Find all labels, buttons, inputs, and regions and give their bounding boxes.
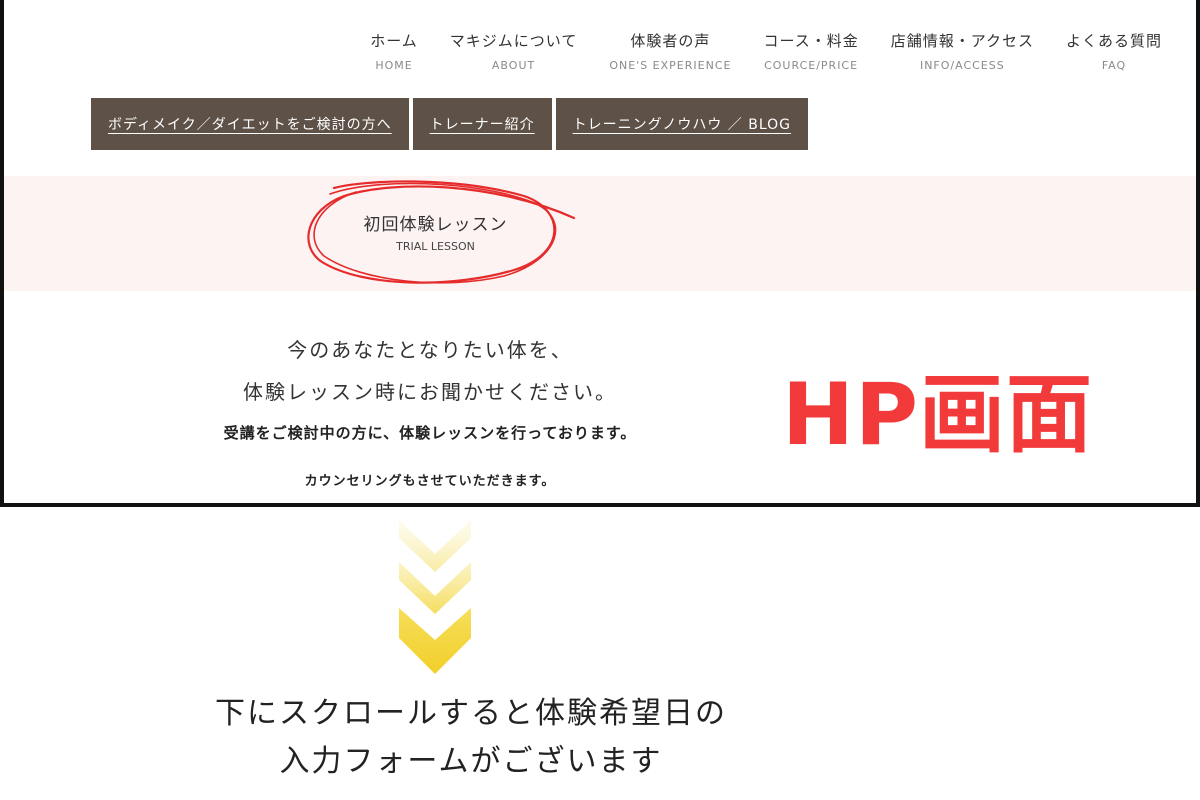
hp-screen-label: HP画面 (782, 365, 1094, 465)
nav-item-sublabel: ABOUT (491, 59, 536, 72)
nav-item-label: 体験者の声 (630, 32, 711, 50)
nav-item-faq[interactable]: よくある質問 FAQ (1050, 30, 1178, 72)
subnav-button-blog[interactable]: トレーニングノウハウ ／ BLOG (555, 98, 809, 150)
caption-line1: 下にスクロールすると体験希望日の (215, 696, 727, 731)
lead-text-line1: 今のあなたとなりたい体を、 (287, 338, 573, 362)
nav-item-about[interactable]: マキジムについて ABOUT (434, 30, 594, 72)
lead-text-line2: 体験レッスン時にお聞かせください。 (243, 380, 617, 404)
nav-item-home[interactable]: ホーム HOME (354, 30, 434, 72)
nav-item-sublabel: ONE'S EXPERIENCE (609, 59, 732, 72)
nav-item-experience[interactable]: 体験者の声 ONE'S EXPERIENCE (593, 30, 747, 72)
lead-text-line4: カウンセリングもさせていただきます。 (304, 474, 556, 489)
scroll-down-arrow-icon (397, 520, 473, 680)
nav-item-price[interactable]: コース・料金 COURCE/PRICE (747, 30, 874, 72)
lead-text-line3: 受講をご検討中の方に、体験レッスンを行っております。 (223, 424, 637, 442)
nav-item-sublabel: INFO/ACCESS (919, 59, 1005, 72)
nav-item-sublabel: FAQ (1101, 59, 1127, 72)
sub-nav: ボディメイク／ダイエットをご検討の方へ トレーナー紹介 トレーニングノウハウ ／… (91, 98, 809, 150)
subnav-button-bodymake[interactable]: ボディメイク／ダイエットをご検討の方へ (91, 98, 409, 150)
main-nav: ホーム HOME マキジムについて ABOUT 体験者の声 ONE'S EXPE… (354, 30, 1178, 72)
trial-lesson-title: 初回体験レッスン (363, 215, 508, 235)
nav-item-label: マキジムについて (449, 32, 578, 50)
nav-item-access[interactable]: 店舗情報・アクセス INFO/ACCESS (875, 30, 1050, 72)
nav-item-label: コース・料金 (763, 32, 859, 50)
trial-lesson-subtitle: TRIAL LESSON (396, 240, 475, 253)
subnav-button-trainer[interactable]: トレーナー紹介 (412, 98, 552, 150)
caption-line2: 入力フォームがございます (279, 744, 663, 779)
trial-lesson-band: 初回体験レッスン TRIAL LESSON (4, 176, 1196, 291)
trial-lesson-heading: 初回体験レッスン TRIAL LESSON (304, 176, 576, 291)
nav-item-sublabel: HOME (375, 59, 413, 72)
hp-screenshot-frame: ホーム HOME マキジムについて ABOUT 体験者の声 ONE'S EXPE… (0, 0, 1200, 507)
nav-item-label: ホーム (370, 32, 418, 50)
nav-item-label: よくある質問 (1065, 32, 1162, 50)
nav-item-sublabel: COURCE/PRICE (764, 59, 859, 72)
nav-item-label: 店舗情報・アクセス (890, 32, 1034, 50)
